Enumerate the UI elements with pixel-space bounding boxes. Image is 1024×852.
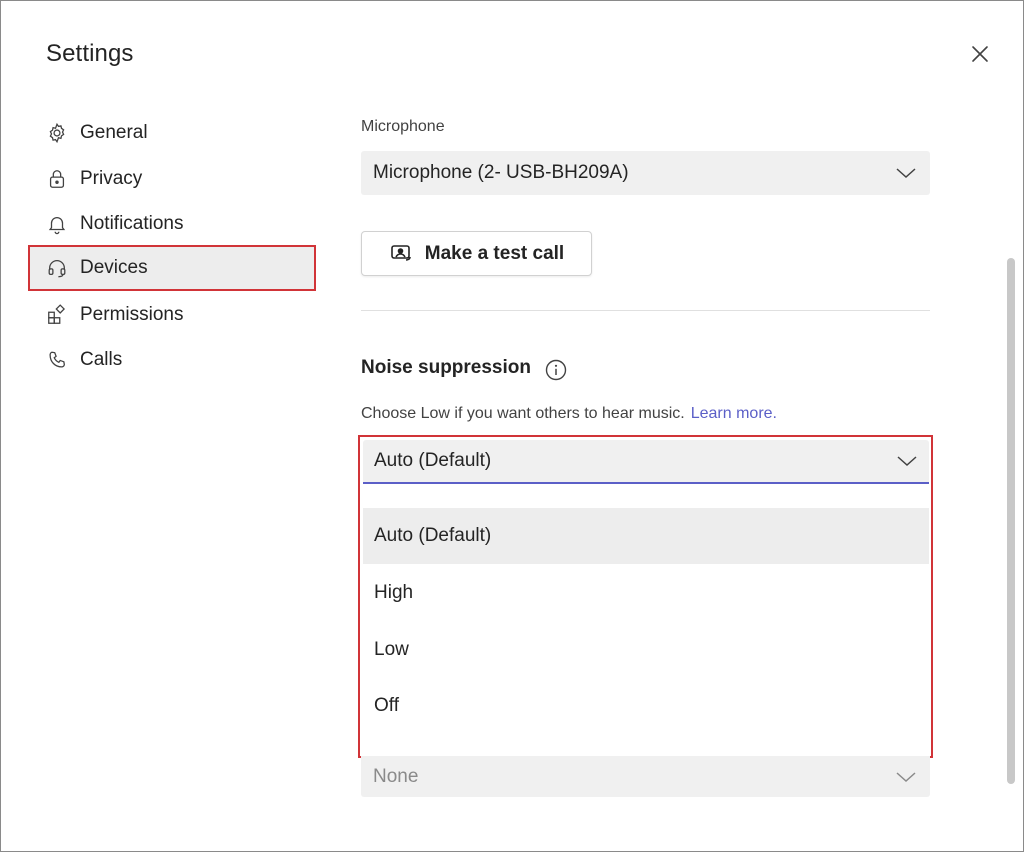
apps-icon [46, 304, 68, 326]
noise-description-text: Choose Low if you want others to hear mu… [361, 405, 685, 422]
test-call-label: Make a test call [424, 242, 565, 264]
test-call-button[interactable]: Make a test call [361, 231, 592, 276]
phone-icon [46, 349, 68, 371]
scrollbar-thumb[interactable] [1007, 258, 1015, 784]
sidebar-item-label: Notifications [80, 213, 184, 234]
close-icon [972, 46, 988, 62]
sidebar-item-label: Privacy [80, 168, 143, 189]
noise-suppression-description: Choose Low if you want others to hear mu… [361, 405, 777, 423]
next-setting-select[interactable]: None [361, 756, 930, 797]
noise-suppression-dropdown: Auto (Default) Auto (Default) High Low O… [358, 435, 933, 758]
dialog-title: Settings [46, 40, 134, 67]
sidebar-item-label: Permissions [80, 304, 184, 325]
sidebar-item-calls[interactable]: Calls [28, 337, 316, 383]
chevron-down-icon [897, 456, 917, 467]
chevron-down-icon [896, 771, 916, 782]
learn-more-link[interactable]: Learn more. [691, 405, 777, 422]
option-low[interactable]: Low [363, 622, 929, 678]
lock-icon [46, 168, 68, 190]
gear-icon [46, 122, 68, 144]
noise-suppression-title: Noise suppression [361, 357, 531, 378]
bell-icon [46, 213, 68, 235]
next-setting-value: None [373, 765, 419, 787]
noise-select-value: Auto (Default) [374, 450, 492, 471]
section-divider [361, 310, 930, 311]
microphone-select-value: Microphone (2- USB-BH209A) [373, 162, 629, 183]
microphone-select[interactable]: Microphone (2- USB-BH209A) [361, 151, 930, 195]
sidebar-item-notifications[interactable]: Notifications [28, 201, 316, 247]
sidebar-item-label: Calls [80, 349, 123, 370]
microphone-label: Microphone [361, 118, 445, 135]
option-high[interactable]: High [363, 565, 929, 621]
option-off[interactable]: Off [363, 678, 929, 734]
test-call-icon [389, 243, 413, 265]
info-icon[interactable] [545, 359, 567, 381]
chevron-down-icon [896, 168, 916, 179]
sidebar-item-label: Devices [80, 257, 148, 278]
sidebar-item-devices[interactable]: Devices [28, 245, 316, 291]
sidebar-item-permissions[interactable]: Permissions [28, 292, 316, 338]
sidebar-item-general[interactable]: General [28, 110, 316, 156]
headset-icon [46, 257, 68, 279]
close-button[interactable] [964, 38, 996, 70]
noise-suppression-select[interactable]: Auto (Default) [363, 440, 929, 484]
option-auto-default[interactable]: Auto (Default) [363, 508, 929, 564]
sidebar-item-privacy[interactable]: Privacy [28, 156, 316, 202]
sidebar-item-label: General [80, 122, 148, 143]
